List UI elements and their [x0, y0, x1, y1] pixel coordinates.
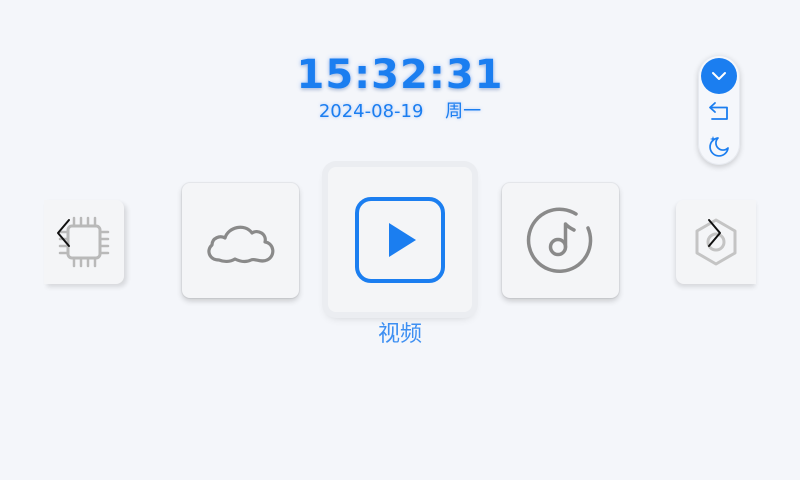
night-mode-button[interactable] — [701, 128, 737, 164]
music-disc-icon — [526, 207, 592, 273]
control-panel — [698, 55, 740, 165]
collapse-button[interactable] — [701, 58, 737, 94]
selected-card-label: 视频 — [377, 322, 422, 347]
play-icon — [355, 196, 445, 283]
date-row: 2024-08-19 周一 — [0, 97, 800, 123]
previous-button[interactable] — [52, 215, 76, 251]
cloud-icon — [206, 225, 274, 263]
night-mode-icon — [709, 136, 729, 157]
date-text: 2024-08-19 — [318, 101, 424, 122]
chevron-right-icon — [708, 219, 721, 247]
clock-time: 15:32:31 — [296, 52, 504, 98]
card-music[interactable] — [502, 183, 619, 298]
return-button[interactable] — [701, 93, 737, 129]
card-video[interactable] — [328, 167, 472, 312]
next-button[interactable] — [702, 215, 726, 251]
weekday-text: 周一 — [445, 101, 482, 122]
chevron-left-icon — [57, 219, 70, 247]
return-icon — [709, 102, 728, 120]
chevron-down-icon — [712, 72, 726, 80]
card-cloud[interactable] — [182, 183, 299, 298]
home-screen: 15:32:31 2024-08-19 周一 视频 — [0, 0, 800, 480]
